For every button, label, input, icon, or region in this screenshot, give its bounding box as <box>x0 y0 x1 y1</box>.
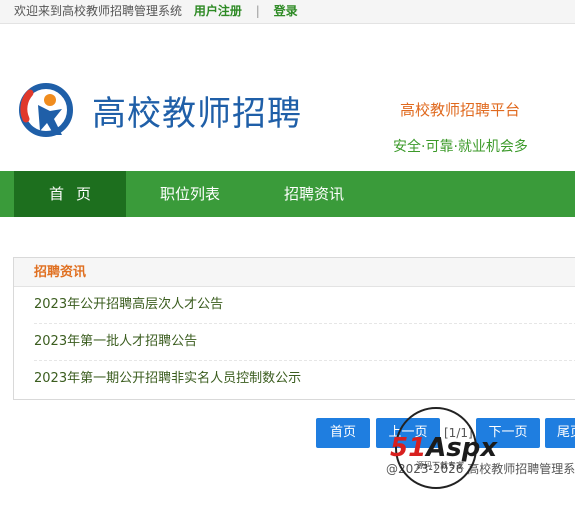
top-bar: 欢迎来到高校教师招聘管理系统 用户注册 | 登录 <box>0 0 575 24</box>
watermark-logo: 51Aspx 源码下载专家 <box>390 407 498 489</box>
news-item[interactable]: 2023年第一批人才招聘公告 <box>34 324 575 361</box>
site-logo-icon <box>19 83 73 137</box>
main-nav: 首页 职位列表 招聘资讯 <box>0 171 575 217</box>
site-name: 高校教师招聘 <box>92 94 302 134</box>
watermark-subtext: 源码下载专家 <box>416 460 464 470</box>
login-link[interactable]: 登录 <box>274 4 298 18</box>
nav-item-recruit-news[interactable]: 招聘资讯 <box>284 171 344 217</box>
nav-item-home[interactable]: 首页 <box>14 171 126 217</box>
news-list: 2023年公开招聘高层次人才公告 2023年第一批人才招聘公告 2023年第一期… <box>14 287 575 398</box>
separator: | <box>255 4 260 18</box>
header-slogan: 高校教师招聘平台 <box>400 101 521 119</box>
welcome-text: 欢迎来到高校教师招聘管理系统 <box>14 4 183 18</box>
first-page-button[interactable]: 首页 <box>316 418 370 448</box>
register-link[interactable]: 用户注册 <box>194 4 242 18</box>
header-tagline: 安全·可靠·就业机会多 <box>393 139 528 155</box>
nav-item-job-list[interactable]: 职位列表 <box>160 171 220 217</box>
news-item[interactable]: 2023年第一期公开招聘非实名人员控制数公示 <box>34 361 575 398</box>
last-page-button[interactable]: 尾页 <box>545 418 575 448</box>
news-panel: 招聘资讯 2023年公开招聘高层次人才公告 2023年第一批人才招聘公告 202… <box>13 257 575 400</box>
watermark-text: 51Aspx <box>390 433 498 463</box>
news-panel-title: 招聘资讯 <box>14 258 575 287</box>
news-item[interactable]: 2023年公开招聘高层次人才公告 <box>34 287 575 324</box>
header: 高校教师招聘 高校教师招聘平台 安全·可靠·就业机会多 <box>0 24 575 171</box>
